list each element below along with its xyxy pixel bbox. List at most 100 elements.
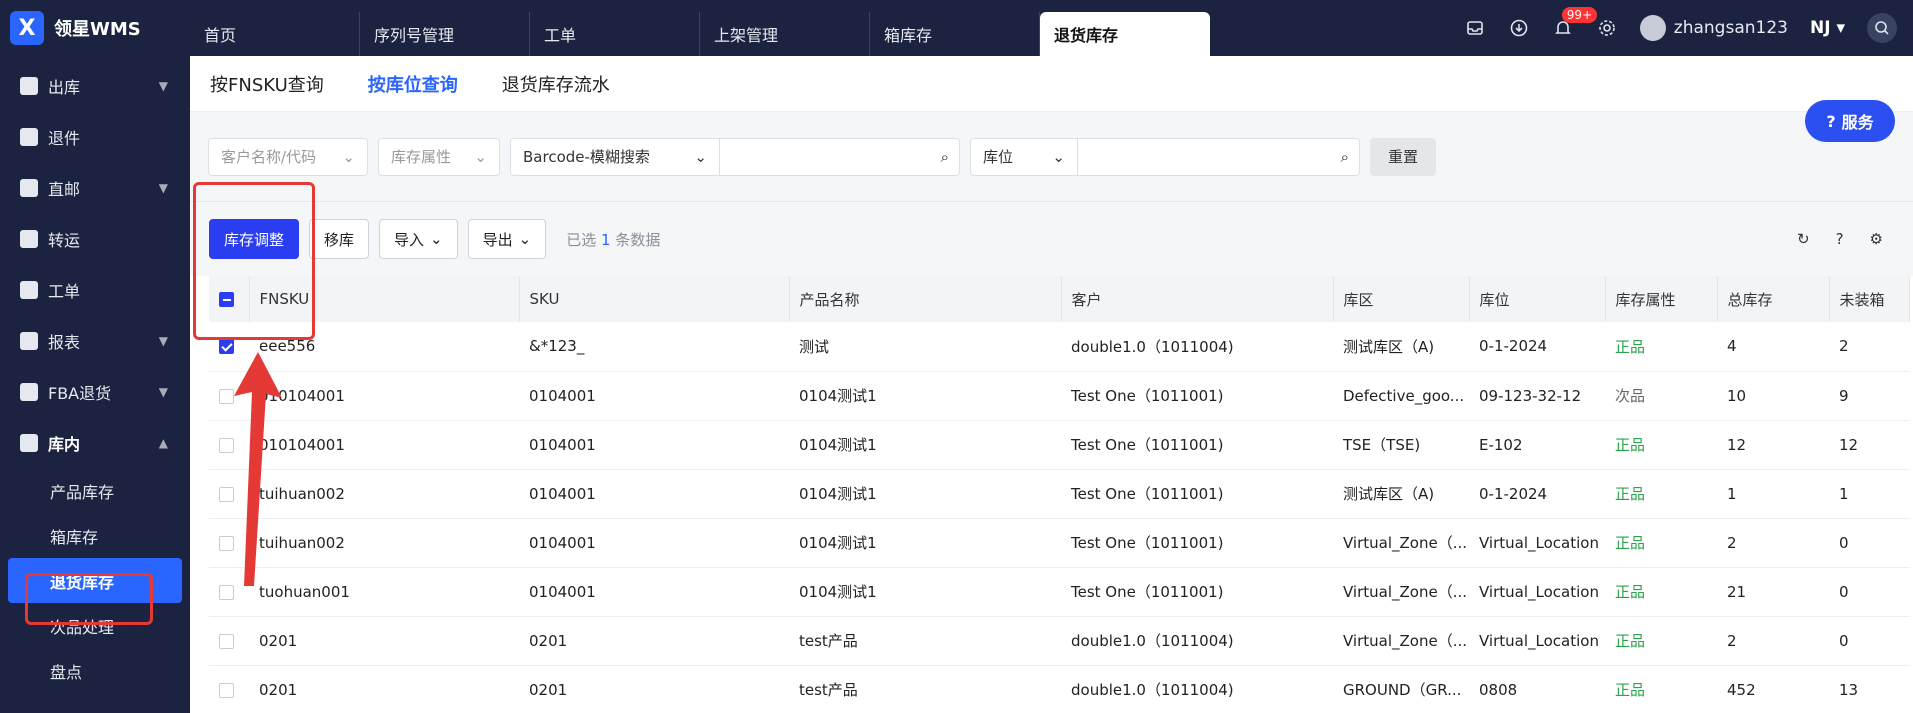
cell-attr: 次品 bbox=[1605, 371, 1717, 421]
top-tab[interactable]: 序列号管理 bbox=[360, 12, 530, 56]
table-row[interactable]: 0201 0201 test产品 double1.0（1011004) Virtual_… bbox=[209, 616, 1909, 666]
top-tab[interactable]: 工单 bbox=[530, 12, 700, 56]
column-header: 库位 bbox=[1469, 276, 1606, 322]
reset-button[interactable]: 重置 bbox=[1370, 137, 1436, 176]
download-icon[interactable] bbox=[1508, 17, 1530, 39]
barcode-input[interactable]: ⌕ bbox=[720, 137, 960, 176]
sidebar-item-label: FBA退货 bbox=[48, 383, 112, 403]
annotation-box-sidebar bbox=[25, 573, 153, 625]
cell-fnsku: 0201 bbox=[249, 665, 519, 713]
returns-stock-table: FNSKU SKU 产品名称 客户 库区 库位 库存属性 总库存 未装箱 eee556 &*123… bbox=[209, 276, 1910, 713]
sidebar-item[interactable]: 出库 ▼ bbox=[0, 60, 190, 111]
top-tab[interactable]: 首页 bbox=[190, 12, 360, 56]
cell-zone: 测试库区（A) bbox=[1333, 322, 1469, 372]
barcode-search-group: Barcode-模糊搜索 ⌄ ⌕ bbox=[510, 137, 960, 176]
location-input[interactable]: ⌕ bbox=[1078, 137, 1360, 176]
chevron-down-icon: ▼ bbox=[158, 333, 168, 348]
cell-attr: 正品 bbox=[1605, 518, 1717, 568]
customer-select[interactable]: 客户名称/代码 ⌄ bbox=[208, 137, 368, 176]
top-tab[interactable]: 上架管理 bbox=[700, 12, 870, 56]
cell-unboxed: 1 bbox=[1829, 469, 1909, 519]
cell-fnsku: 0201 bbox=[249, 616, 519, 666]
cell-name: 0104测试1 bbox=[789, 469, 1061, 519]
table-row[interactable]: tuohuan001 0104001 0104测试1 Test One（1011001… bbox=[209, 567, 1909, 617]
cell-customer: double1.0（1011004) bbox=[1061, 322, 1333, 372]
barcode-mode-select[interactable]: Barcode-模糊搜索 ⌄ bbox=[510, 137, 720, 176]
move-stock-button[interactable]: 移库 bbox=[309, 219, 370, 259]
cell-customer: Test One（1011001) bbox=[1061, 420, 1333, 470]
sidebar-item[interactable]: 转运 bbox=[0, 213, 190, 264]
sidebar-item[interactable]: 直邮 ▼ bbox=[0, 162, 190, 213]
sidebar-subitem[interactable]: 产品库存 bbox=[0, 468, 190, 513]
settings-icon[interactable] bbox=[1596, 17, 1618, 39]
cell-attr: 正品 bbox=[1605, 420, 1717, 470]
cell-zone: Defective_goo... bbox=[1333, 371, 1469, 421]
table-row[interactable]: tuihuan002 0104001 0104测试1 Test One（1011001… bbox=[209, 518, 1909, 568]
cell-customer: double1.0（1011004) bbox=[1061, 616, 1333, 666]
top-tab-label: 工单 bbox=[544, 26, 577, 45]
cell-customer: Test One（1011001) bbox=[1061, 567, 1333, 617]
user-menu[interactable]: zhangsan123 bbox=[1639, 15, 1788, 41]
cell-zone: Virtual_Zone（... bbox=[1333, 567, 1469, 617]
cell-loc: 0808 bbox=[1469, 665, 1605, 713]
sidebar-subitem[interactable]: 箱库存 bbox=[0, 513, 190, 558]
selection-info: 已选 1 条数据 bbox=[566, 229, 660, 250]
search-icon[interactable] bbox=[1867, 13, 1897, 43]
chevron-down-icon: ⌄ bbox=[474, 147, 487, 166]
sidebar-item-label: 退件 bbox=[48, 128, 81, 148]
menu-item-icon bbox=[20, 178, 38, 197]
top-tab[interactable]: 退货库存 bbox=[1040, 12, 1210, 56]
top-tab[interactable]: 箱库存 bbox=[870, 12, 1040, 56]
import-button[interactable]: 导入 ⌄ bbox=[379, 219, 458, 259]
cell-loc: 0-1-2024 bbox=[1469, 322, 1605, 372]
sidebar-item[interactable]: 库内 ▲ bbox=[0, 417, 190, 468]
table-row[interactable]: 010104001 0104001 0104测试1 Test One（1011001)… bbox=[209, 420, 1909, 470]
service-button[interactable]: ? 服务 bbox=[1805, 100, 1895, 142]
help-icon[interactable]: ? bbox=[1836, 230, 1844, 248]
cell-attr: 正品 bbox=[1605, 567, 1717, 617]
column-header: 产品名称 bbox=[789, 276, 1062, 322]
selected-count: 1 bbox=[601, 230, 611, 249]
chevron-down-icon: ▼ bbox=[158, 78, 168, 93]
row-checkbox[interactable] bbox=[219, 633, 234, 649]
sidebar-item[interactable]: 报表 ▼ bbox=[0, 315, 190, 366]
cell-unboxed: 0 bbox=[1829, 567, 1909, 617]
row-checkbox[interactable] bbox=[219, 682, 234, 698]
table-row[interactable]: eee556 &*123_ 测试 double1.0（1011004) 测试库区（A) 0… bbox=[209, 322, 1909, 372]
site-switcher[interactable]: NJ ▾ bbox=[1810, 18, 1845, 38]
sub-tab[interactable]: 按库位查询 bbox=[368, 71, 458, 97]
export-button[interactable]: 导出 ⌄ bbox=[467, 219, 547, 259]
sidebar-item[interactable]: 退件 bbox=[0, 111, 190, 162]
sidebar-item[interactable]: FBA退货 ▼ bbox=[0, 366, 190, 417]
cell-attr: 正品 bbox=[1605, 322, 1717, 372]
sidebar-subitem[interactable]: 盘点 bbox=[0, 648, 190, 693]
bell-icon[interactable]: 99+ bbox=[1552, 7, 1598, 39]
cell-sku: 0104001 bbox=[519, 420, 789, 470]
help-circle-icon: ? bbox=[1826, 111, 1836, 131]
sidebar-item[interactable]: 工单 bbox=[0, 264, 190, 315]
table-row[interactable]: tuihuan002 0104001 0104测试1 Test One（1011001… bbox=[209, 469, 1909, 519]
cell-sku: 0104001 bbox=[519, 567, 789, 617]
location-mode-select[interactable]: 库位 ⌄ bbox=[970, 137, 1078, 176]
sub-tab[interactable]: 退货库存流水 bbox=[502, 71, 610, 97]
row-select-cell bbox=[209, 665, 249, 713]
top-tab-label: 首页 bbox=[204, 26, 237, 45]
cell-total: 452 bbox=[1717, 665, 1829, 713]
cell-sku: 0104001 bbox=[519, 469, 789, 519]
refresh-icon[interactable]: ↻ bbox=[1797, 230, 1810, 248]
main-content: 按FNSKU查询 按库位查询 退货库存流水 客户名称/代码 ⌄ 库存属性 ⌄ Barco… bbox=[190, 56, 1913, 713]
table-header-row: FNSKU SKU 产品名称 客户 库区 库位 库存属性 总库存 未装箱 bbox=[209, 276, 1910, 322]
table-row[interactable]: 0201 0201 test产品 double1.0（1011004) GROUND（G… bbox=[209, 665, 1909, 713]
cell-sku: &*123_ bbox=[519, 322, 789, 372]
chevron-down-icon: ▼ bbox=[158, 384, 168, 399]
menu-item-icon bbox=[20, 331, 38, 350]
cell-total: 1 bbox=[1717, 469, 1829, 519]
filter-bar: 客户名称/代码 ⌄ 库存属性 ⌄ Barcode-模糊搜索 ⌄ ⌕ 库位 ⌄ ⌕ 重置 bbox=[190, 112, 1913, 202]
stock-attr-select[interactable]: 库存属性 ⌄ bbox=[378, 137, 500, 176]
column-settings-icon[interactable]: ⚙ bbox=[1870, 230, 1883, 248]
app-logo[interactable]: X 领星WMS bbox=[0, 0, 190, 56]
table-row[interactable]: 010104001 0104001 0104测试1 Test One（1011001)… bbox=[209, 371, 1909, 421]
cell-total: 2 bbox=[1717, 518, 1829, 568]
sub-tab[interactable]: 按FNSKU查询 bbox=[210, 71, 324, 97]
inbox-icon[interactable] bbox=[1464, 17, 1486, 39]
